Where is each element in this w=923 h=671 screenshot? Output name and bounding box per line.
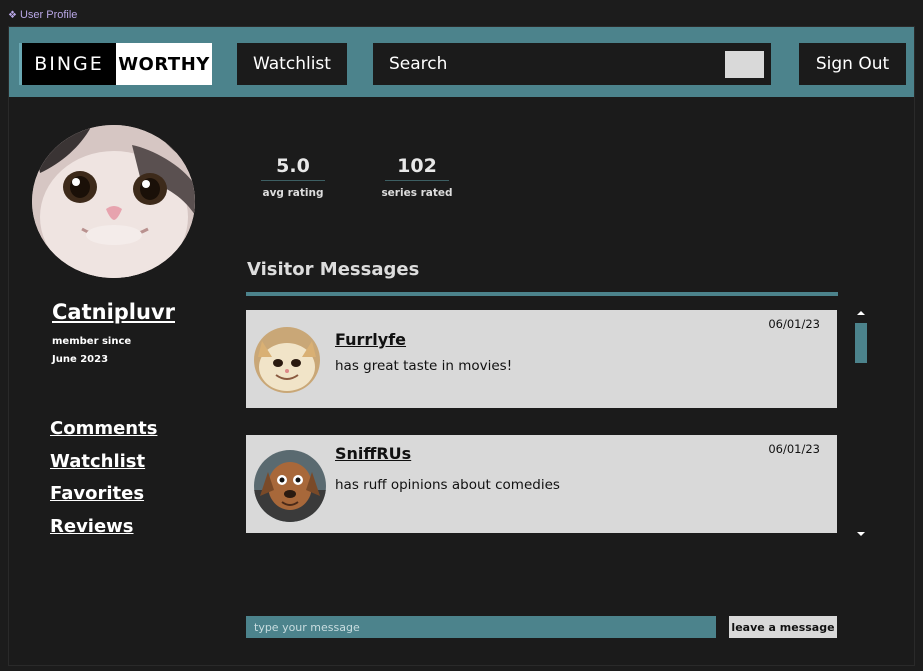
- search-bar[interactable]: Search: [373, 43, 771, 85]
- message-avatar[interactable]: [254, 450, 326, 522]
- profile-page: BINGE WORTHY Watchlist Search Sign Out C…: [8, 26, 915, 666]
- profile-username[interactable]: Catnipluvr: [52, 300, 175, 324]
- message-card: SniffRUs has ruff opinions about comedie…: [246, 435, 837, 533]
- window-title: ❖ User Profile: [8, 9, 77, 21]
- message-avatar[interactable]: [254, 327, 320, 393]
- logo-right-text: WORTHY: [118, 53, 210, 75]
- cat-avatar-image: [32, 125, 195, 278]
- profile-avatar: [32, 125, 195, 278]
- stat-series-rated: 102 series rated: [375, 155, 459, 199]
- message-date: 06/01/23: [768, 317, 820, 331]
- stat-avg-rating: 5.0 avg rating: [251, 155, 335, 199]
- search-submit-button[interactable]: [725, 50, 764, 78]
- message-date: 06/01/23: [768, 442, 820, 456]
- nav-reviews-link[interactable]: Reviews: [50, 516, 157, 549]
- dog-avatar-image: [254, 450, 326, 522]
- scroll-down-arrow-icon[interactable]: [855, 531, 867, 539]
- visitor-messages-divider: [246, 292, 838, 296]
- scroll-up-arrow-icon[interactable]: [855, 308, 867, 316]
- logo[interactable]: BINGE WORTHY: [19, 43, 212, 85]
- message-text: has great taste in movies!: [335, 358, 513, 374]
- cat-avatar-image: [254, 327, 320, 393]
- logo-left-text: BINGE: [22, 43, 116, 85]
- message-card: Furrlyfe has great taste in movies! 06/0…: [246, 310, 837, 408]
- nav-favorites-link[interactable]: Favorites: [50, 483, 157, 516]
- member-since-label: member since: [52, 336, 132, 347]
- header-bar: BINGE WORTHY Watchlist Search Sign Out: [9, 27, 914, 97]
- component-icon: ❖: [8, 10, 17, 21]
- watchlist-button[interactable]: Watchlist: [237, 43, 347, 85]
- member-since-date: June 2023: [52, 354, 109, 365]
- sign-out-button[interactable]: Sign Out: [799, 43, 906, 85]
- window-title-text: User Profile: [19, 9, 78, 21]
- nav-comments-link[interactable]: Comments: [50, 418, 157, 451]
- message-author[interactable]: Furrlyfe: [335, 330, 406, 349]
- stat-value: 102: [385, 155, 449, 181]
- stat-label: series rated: [381, 187, 453, 199]
- visitor-messages-title: Visitor Messages: [247, 259, 420, 280]
- stat-value: 5.0: [261, 155, 325, 181]
- scrollbar-thumb[interactable]: [855, 323, 867, 363]
- message-author[interactable]: SniffRUs: [335, 444, 411, 463]
- member-since: member since June 2023: [52, 333, 131, 369]
- nav-watchlist-link[interactable]: Watchlist: [50, 451, 157, 484]
- message-text: has ruff opinions about comedies: [335, 477, 560, 493]
- message-input[interactable]: [246, 616, 716, 638]
- search-input[interactable]: Search: [389, 54, 725, 74]
- profile-nav: Comments Watchlist Favorites Reviews: [50, 418, 157, 548]
- leave-message-button[interactable]: leave a message: [729, 616, 837, 638]
- stat-label: avg rating: [262, 187, 324, 199]
